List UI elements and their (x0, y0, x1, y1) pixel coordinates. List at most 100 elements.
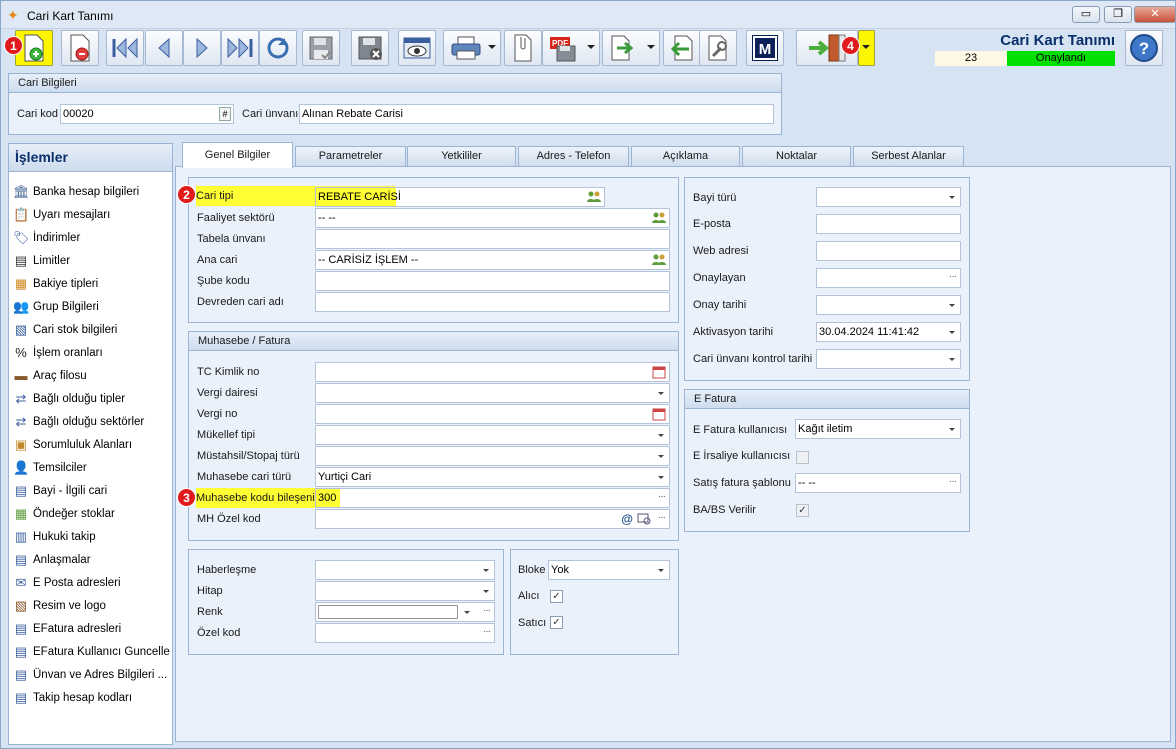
pdf-dropdown-arrow[interactable] (587, 45, 595, 49)
chevron-down-icon[interactable] (949, 358, 955, 361)
islem-item[interactable]: ▤ Ünvan ve Adres Bilgileri ... (13, 665, 167, 685)
ellipsis-icon[interactable]: ··· (658, 489, 666, 506)
muhasebe-kodu-field[interactable]: 300 ··· (315, 488, 670, 508)
islem-item[interactable]: % İşlem oranları (13, 343, 102, 363)
eirsaliye-checkbox[interactable] (796, 451, 809, 464)
ana-cari-field[interactable]: -- CARİSİZ İŞLEM -- (315, 250, 670, 270)
islem-item[interactable]: ✉ E Posta adresleri (13, 573, 121, 593)
islem-item[interactable]: 🏛 Banka hesap bilgileri (13, 182, 139, 202)
refresh-button[interactable] (259, 30, 297, 66)
cari-tipi-field[interactable]: REBATE CARİSİ (315, 187, 605, 207)
preview-button[interactable] (398, 30, 436, 66)
people-lookup-icon[interactable] (652, 211, 666, 225)
delete-record-button[interactable] (61, 30, 99, 66)
chevron-down-icon[interactable] (658, 455, 664, 458)
islem-item[interactable]: ▦ Bakiye tipleri (13, 274, 98, 294)
export-dropdown-arrow[interactable] (647, 45, 655, 49)
satici-checkbox[interactable]: ✓ (550, 616, 563, 629)
islem-item[interactable]: ⇄ Bağlı olduğu sektörler (13, 412, 145, 432)
babs-checkbox[interactable]: ✓ (796, 504, 809, 517)
chevron-down-icon[interactable] (658, 392, 664, 395)
close-button[interactable]: ✕ (1134, 6, 1176, 23)
tools-button[interactable] (699, 30, 737, 66)
tc-kimlik-field[interactable] (315, 362, 670, 382)
sube-kodu-field[interactable] (315, 271, 670, 291)
mh-ozel-kod-field[interactable]: @ ··· (315, 509, 670, 529)
islem-item[interactable]: ⇄ Bağlı olduğu tipler (13, 389, 126, 409)
next-record-button[interactable] (183, 30, 221, 66)
minimize-button[interactable]: ▭ (1072, 6, 1100, 23)
help-button[interactable]: ? (1125, 30, 1163, 66)
import-button[interactable] (663, 30, 701, 66)
tab-adres-telefon[interactable]: Adres - Telefon (518, 146, 629, 167)
pdf-export-button[interactable]: PDF (542, 30, 600, 66)
islem-item[interactable]: ▥ Hukuki takip (13, 527, 96, 547)
ellipsis-icon[interactable]: ··· (483, 603, 491, 620)
tab-aciklama[interactable]: Açıklama (631, 146, 740, 167)
islem-item[interactable]: ▣ Sorumluluk Alanları (13, 435, 132, 455)
export-button[interactable] (602, 30, 660, 66)
chevron-down-icon[interactable] (483, 569, 489, 572)
faaliyet-sektoru-field[interactable]: -- -- (315, 208, 670, 228)
chevron-down-icon[interactable] (949, 428, 955, 431)
eposta-field[interactable] (816, 214, 961, 234)
chevron-down-icon[interactable] (949, 304, 955, 307)
islem-item[interactable]: 📋 Uyarı mesajları (13, 205, 110, 225)
onay-tarihi-field[interactable] (816, 295, 961, 315)
mustahsil-field[interactable] (315, 446, 670, 466)
search-mail-icon[interactable] (637, 513, 651, 525)
chevron-down-icon[interactable] (658, 476, 664, 479)
chevron-down-icon[interactable] (658, 434, 664, 437)
calendar-icon[interactable] (652, 365, 666, 379)
muhasebe-cari-turu-field[interactable]: Yurtiçi Cari (315, 467, 670, 487)
islem-item[interactable]: 🏷 İndirimler (13, 228, 80, 248)
bayi-turu-field[interactable] (816, 187, 961, 207)
vergi-no-field[interactable] (315, 404, 670, 424)
last-record-button[interactable] (221, 30, 259, 66)
islem-item[interactable]: ▦ Öndeğer stoklar (13, 504, 115, 524)
cari-unvani-field[interactable]: Alınan Rebate Carisi (299, 104, 774, 124)
islem-item[interactable]: ▬ Araç filosu (13, 366, 87, 386)
print-button[interactable] (443, 30, 501, 66)
islem-item[interactable]: ▧ Resim ve logo (13, 596, 106, 616)
bloke-select[interactable]: Yok (548, 560, 670, 580)
chevron-down-icon[interactable] (483, 590, 489, 593)
at-sign-icon[interactable]: @ (621, 510, 633, 528)
save-button[interactable] (302, 30, 340, 66)
cari-kod-field[interactable]: 00020 # (60, 104, 234, 124)
islem-item[interactable]: ▤ EFatura adresleri (13, 619, 121, 639)
islem-item[interactable]: ▧ Cari stok bilgileri (13, 320, 118, 340)
prev-record-button[interactable] (145, 30, 183, 66)
tab-genel-bilgiler[interactable]: Genel Bilgiler (182, 142, 293, 168)
renk-field[interactable]: ··· (315, 602, 495, 622)
web-adresi-field[interactable] (816, 241, 961, 261)
islem-item[interactable]: ▤ Bayi - İlgili cari (13, 481, 107, 501)
mukellef-tipi-field[interactable] (315, 425, 670, 445)
devreden-cari-field[interactable] (315, 292, 670, 312)
attach-button[interactable] (504, 30, 542, 66)
chevron-down-icon[interactable] (949, 196, 955, 199)
islem-item[interactable]: ▤ Anlaşmalar (13, 550, 91, 570)
islem-item[interactable]: 👤 Temsilciler (13, 458, 87, 478)
first-record-button[interactable] (106, 30, 144, 66)
aktivasyon-tarihi-field[interactable]: 30.04.2024 11:41:42 (816, 322, 961, 342)
cari-kod-lookup-button[interactable]: # (219, 107, 231, 121)
m-module-button[interactable]: M (746, 30, 784, 66)
restore-button[interactable]: ❐ (1104, 6, 1132, 23)
exit-dropdown-button[interactable] (858, 30, 875, 66)
islem-item[interactable]: 👥 Grup Bilgileri (13, 297, 99, 317)
chevron-down-icon[interactable] (658, 569, 664, 572)
ellipsis-icon[interactable]: ··· (658, 510, 666, 527)
islem-item[interactable]: ▤ Takip hesap kodları (13, 688, 132, 708)
cancel-save-button[interactable] (351, 30, 389, 66)
ellipsis-icon[interactable]: ··· (949, 474, 957, 491)
haberlesme-field[interactable] (315, 560, 495, 580)
tabela-unvani-field[interactable] (315, 229, 670, 249)
tab-noktalar[interactable]: Noktalar (742, 146, 851, 167)
islem-item[interactable]: ▤ Limitler (13, 251, 70, 271)
tab-serbest-alanlar[interactable]: Serbest Alanlar (853, 146, 964, 167)
islem-item[interactable]: ▤ EFatura Kullanıcı Guncelle (13, 642, 170, 662)
onaylayan-field[interactable]: ··· (816, 268, 961, 288)
efatura-kullanicisi-select[interactable]: Kağıt iletim (795, 419, 961, 439)
alici-checkbox[interactable]: ✓ (550, 590, 563, 603)
